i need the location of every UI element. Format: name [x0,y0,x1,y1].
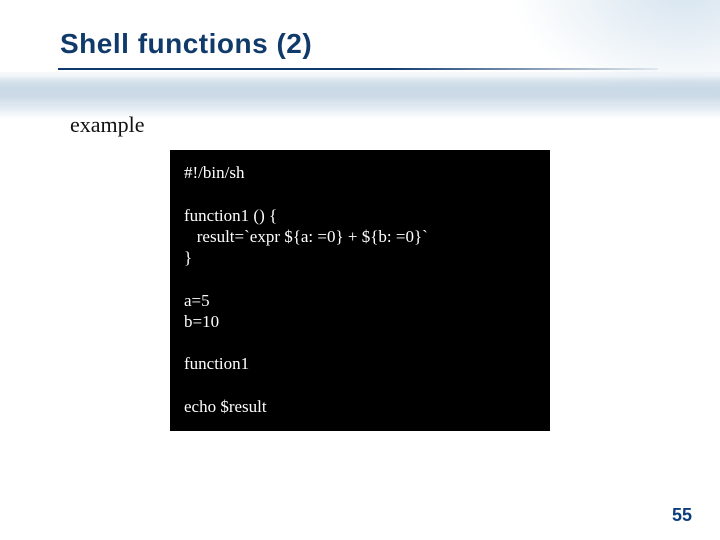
code-echo: echo $result [184,397,267,416]
code-func-body: result=`expr ${a: =0} + ${b: =0}` [184,227,428,246]
code-func-open: function1 () { [184,206,277,225]
code-func-close: } [184,248,192,267]
code-assign-b: b=10 [184,312,219,331]
slide-title: Shell functions (2) [60,28,312,60]
code-call: function1 [184,354,249,373]
slide: Shell functions (2) example #!/bin/sh fu… [0,0,720,540]
code-assign-a: a=5 [184,291,210,310]
code-shebang: #!/bin/sh [184,163,244,182]
title-underline [58,68,658,70]
code-block: #!/bin/sh function1 () { result=`expr ${… [170,150,550,431]
header-band [0,72,720,104]
example-label: example [70,112,145,138]
page-number: 55 [672,505,692,526]
